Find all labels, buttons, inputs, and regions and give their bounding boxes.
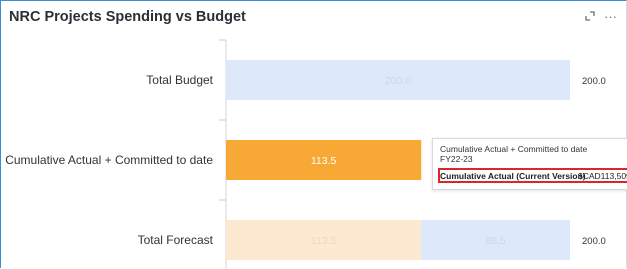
- tooltip-row-value: $CAD113,509: [578, 171, 627, 181]
- tooltip-highlighted-row: Cumulative Actual (Current Version) $CAD…: [438, 168, 627, 183]
- category-label: Cumulative Actual + Committed to date: [5, 153, 213, 167]
- data-label: 113.5: [311, 235, 337, 247]
- tooltip-row-name: Cumulative Actual (Current Version): [440, 171, 586, 181]
- data-label: 86.5: [485, 235, 506, 247]
- total-label: 200.0: [582, 236, 606, 247]
- total-label: 200.0: [582, 76, 606, 87]
- category-label: Total Budget: [146, 73, 213, 87]
- category-label: Total Forecast: [138, 233, 214, 247]
- data-label: 113.5: [311, 155, 337, 167]
- chart-plot: Total Budget 200.0 200.0 Cumulative Actual …: [5, 39, 606, 269]
- tooltip-title: Cumulative Actual + Committed to date: [440, 144, 588, 154]
- tooltip: Cumulative Actual + Committed to date FY…: [432, 138, 627, 190]
- tooltip-subtitle: FY22-23: [440, 154, 473, 164]
- data-label: 200.0: [385, 75, 411, 87]
